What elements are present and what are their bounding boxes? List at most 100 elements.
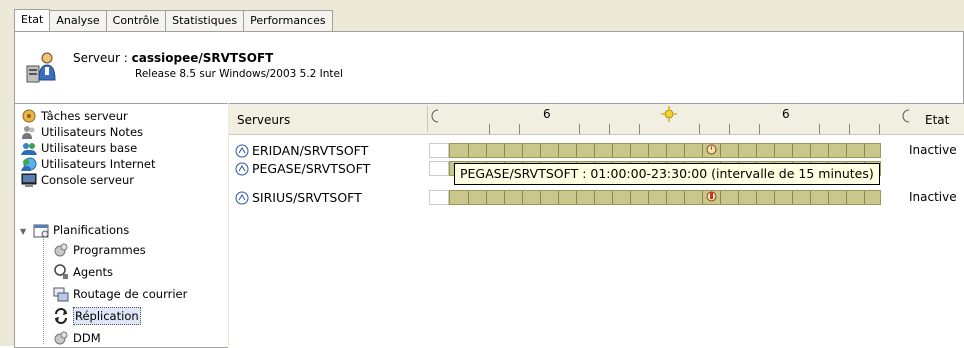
schedule-cell-divider [810,191,811,204]
tree-item-label: Tâches serveur [41,109,128,123]
hour-tick [729,124,730,134]
hour-tick [639,124,640,134]
schedule-cell-divider [540,144,541,157]
tab-performances[interactable]: Performances [243,10,333,31]
schedule-cell-divider [612,191,613,204]
tree-item-label: Agents [73,265,114,279]
schedule-cell-divider [810,144,811,157]
moon-icon [431,109,439,123]
tree-item-label: Programmes [73,243,146,257]
schedule-cell-divider [648,191,649,204]
tree-item-agents[interactable]: Agents [53,264,113,280]
schedule-cell-divider [846,144,847,157]
schedule-cell-divider [594,144,595,157]
tree-item-replication[interactable]: Réplication [53,307,141,325]
schedule-cell-divider [648,144,649,157]
schedule-cell-divider [504,191,505,204]
tree-item-label: Réplication [73,307,141,325]
tree-item-label: Utilisateurs Internet [41,157,156,171]
users-db-icon [21,143,37,155]
schedule-cell-divider [558,191,559,204]
schedule-cell-divider [828,191,829,204]
navigation-tree: Tâches serveur Utilisateurs Notes Utilis… [14,103,228,348]
server-name: ERIDAN/SRVTSOFT [252,143,369,158]
tree-item-taches-serveur[interactable]: Tâches serveur [21,108,128,124]
tab-statistiques[interactable]: Statistiques [165,10,245,31]
agents-icon [54,264,68,279]
tab-bar: Etat Analyse Contrôle Statistiques Perfo… [14,9,333,32]
replication-status-icon [235,191,249,204]
schedule-cell-divider [756,144,757,157]
schedule-cell-divider [756,191,757,204]
tree-item-programmes[interactable]: Programmes [53,242,146,258]
tab-controle[interactable]: Contrôle [105,10,167,31]
console-icon [21,173,37,187]
hour-tick [849,124,850,134]
replication-status-icon [235,144,249,157]
server-row[interactable]: SIRIUS/SRVTSOFT Inactive [229,189,964,206]
schedule-cell-divider [684,191,685,204]
server-info-panel: Serveur : cassiopee/SRVTSOFT Release 8.5… [14,31,964,104]
schedule-cell-divider [486,144,487,157]
tree-item-label: Utilisateurs Notes [41,125,144,139]
server-line: Serveur : cassiopee/SRVTSOFT [73,51,273,65]
schedule-bar[interactable] [449,190,881,205]
replication-icon [55,308,67,324]
tick-label-morning: 6 [543,107,551,121]
tree-item-label: Utilisateurs base [41,141,138,155]
schedule-cell-divider [738,144,739,157]
hour-tick [879,124,880,134]
sun-icon [661,106,677,122]
schedule-cell-divider [774,144,775,157]
schedule-cell-divider [720,144,721,157]
hour-tick [489,124,490,134]
tree-item-utilisateurs-base[interactable]: Utilisateurs base [21,140,137,156]
schedule-gap [429,143,449,158]
tick-label-evening: 6 [782,107,790,121]
schedule-cell-divider [522,191,523,204]
app-window: Etat Analyse Contrôle Statistiques Perfo… [0,0,964,348]
hour-tick [609,124,610,134]
tree-item-ddm[interactable]: DDM [53,330,101,346]
schedule-cell-divider [540,191,541,204]
server-name: cassiopee/SRVTSOFT [131,51,274,65]
schedule-cell-divider [468,191,469,204]
hour-tick [519,124,520,134]
schedule-cell-divider [738,191,739,204]
column-header-servers[interactable]: Serveurs [237,113,290,127]
hour-tick [579,124,580,134]
tree-item-utilisateurs-internet[interactable]: Utilisateurs Internet [21,156,155,172]
schedule-cell-divider [702,191,703,204]
schedule-icon [33,224,49,238]
tree-item-routage-de-courrier[interactable]: Routage de courrier [53,286,187,302]
clock-marker-icon [706,144,717,155]
tree-item-utilisateurs-notes[interactable]: Utilisateurs Notes [21,124,143,140]
state-cell: Inactive [909,143,957,157]
column-header-state[interactable]: Etat [925,113,949,127]
server-row[interactable]: ERIDAN/SRVTSOFT Inactive [229,142,964,159]
schedule-cell-divider [576,144,577,157]
collapse-toggle[interactable]: ▼ [20,227,26,236]
tab-etat[interactable]: Etat [14,9,51,32]
grid-header: Serveurs 6 6 Etat [229,104,964,135]
users-notes-icon [22,126,35,139]
schedule-bar[interactable] [449,143,881,158]
tree-item-planifications[interactable]: Planifications [33,222,129,238]
schedule-cell-divider [828,144,829,157]
mail-routing-icon [53,287,69,302]
hour-tick [819,124,820,134]
tree-item-console-serveur[interactable]: Console serveur [21,172,134,188]
schedule-cell-divider [486,191,487,204]
moon-icon [902,109,910,123]
server-user-icon [26,52,56,83]
schedule-cell-divider [594,191,595,204]
server-name-cell: PEGASE/SRVTSOFT [235,160,370,177]
replication-status-icon [235,162,249,175]
state-cell: Inactive [909,190,957,204]
programs-icon [54,243,68,257]
tab-analyse[interactable]: Analyse [49,10,107,31]
column-divider[interactable] [427,106,428,132]
schedule-cell-divider [864,191,865,204]
tasks-icon [22,109,36,123]
schedule-gap [429,161,449,176]
